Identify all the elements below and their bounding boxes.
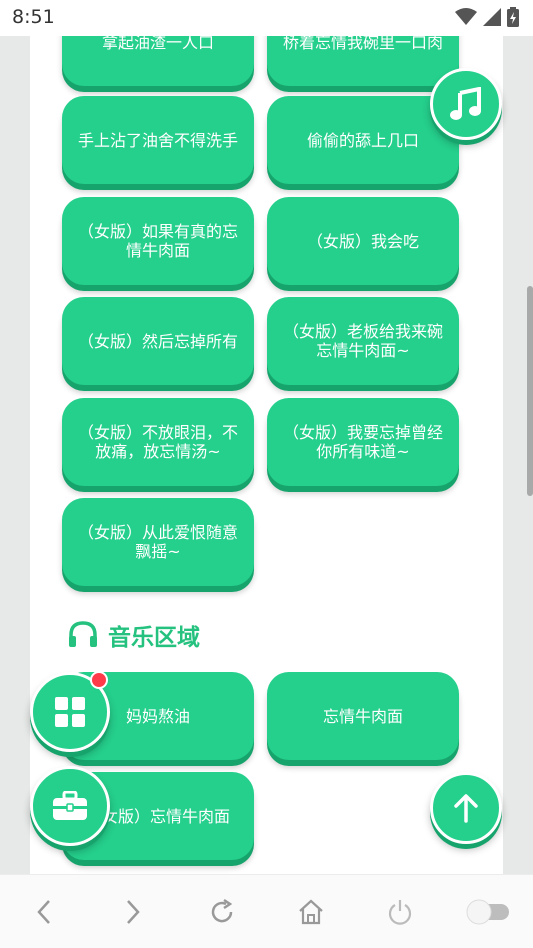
toggle-switch[interactable] (464, 887, 514, 937)
music-section-title: 音乐区域 (108, 625, 200, 651)
chevron-left-icon (37, 899, 51, 924)
voice-button[interactable]: （女版）不放眼泪，不放痛，放忘情汤~ (62, 398, 254, 486)
scrollbar[interactable] (527, 286, 533, 496)
voice-button[interactable]: （女版）我要忘掉曾经你所有味道~ (267, 398, 459, 486)
voice-button[interactable]: （女版）老板给我来碗忘情牛肉面~ (267, 297, 459, 385)
arrow-up-icon (454, 794, 478, 823)
status-icons (455, 7, 519, 27)
voice-button[interactable]: （女版）然后忘掉所有 (62, 297, 254, 385)
power-button[interactable] (375, 887, 425, 937)
reload-button[interactable] (197, 887, 247, 937)
wifi-icon (455, 8, 477, 25)
notification-dot (90, 671, 108, 689)
grid-icon (55, 697, 85, 727)
home-button[interactable] (286, 887, 336, 937)
back-button[interactable] (19, 887, 69, 937)
toolbox-fab[interactable] (30, 766, 110, 846)
music-button[interactable]: 忘情牛肉面 (267, 672, 459, 760)
music-fab[interactable] (430, 68, 502, 140)
voice-button[interactable]: 桥着忘情我碗里一口肉 (267, 36, 459, 86)
signal-icon (483, 8, 501, 26)
home-icon (299, 899, 323, 924)
headphones-icon (69, 621, 97, 647)
voice-button[interactable]: （女版）我会吃 (267, 197, 459, 285)
voice-button[interactable]: 手上沾了油舍不得洗手 (62, 96, 254, 184)
power-icon (388, 899, 411, 925)
battery-icon (507, 7, 519, 27)
toggle-icon (466, 899, 509, 924)
music-section-header: 音乐区域 (68, 618, 200, 652)
status-time: 8:51 (12, 6, 55, 28)
forward-button[interactable] (108, 887, 158, 937)
scroll-top-fab[interactable] (430, 772, 502, 844)
toolbox-icon (53, 791, 87, 820)
reload-icon (211, 898, 233, 922)
music-note-icon (450, 87, 481, 120)
voice-button[interactable]: （女版）如果有真的忘情牛肉面 (62, 197, 254, 285)
chevron-right-icon (127, 899, 140, 924)
voice-button[interactable]: （女版）从此爱恨随意飘摇~ (62, 498, 254, 586)
voice-button[interactable]: 拿起油渣一人口 (62, 36, 254, 86)
browser-nav-bar (0, 874, 533, 948)
soundboard-page: 拿起油渣一人口 桥着忘情我碗里一口肉 手上沾了油舍不得洗手 偷偷的舔上几口 （女… (30, 36, 503, 874)
status-bar: 8:51 (0, 0, 533, 36)
